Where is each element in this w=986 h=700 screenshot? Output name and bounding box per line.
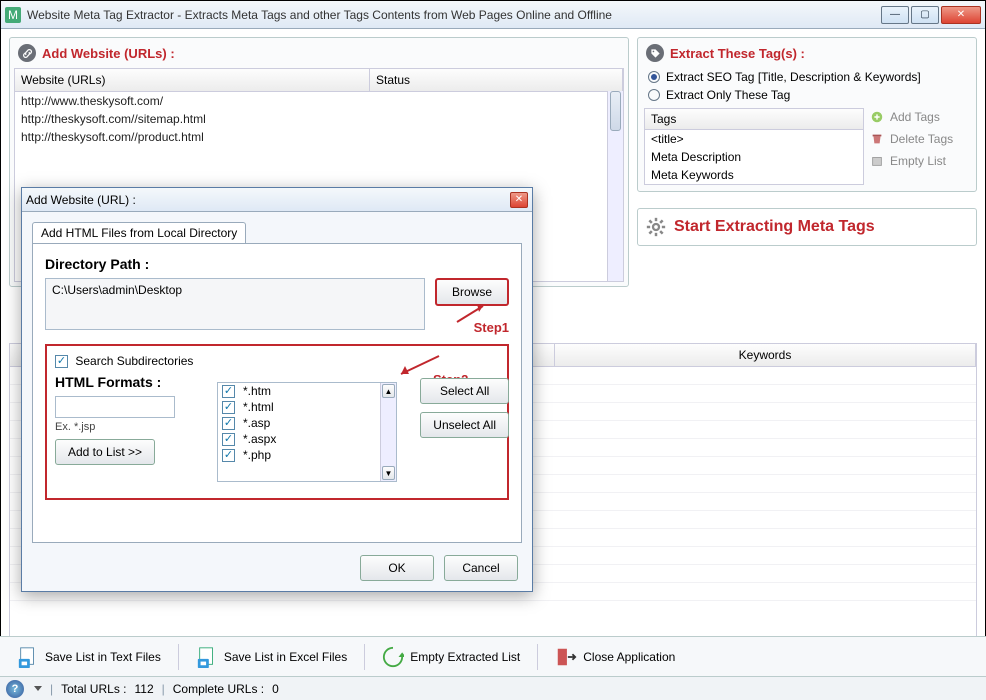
start-extracting-button[interactable]: Start Extracting Meta Tags (637, 208, 977, 246)
checkbox-icon (55, 355, 68, 368)
tag-icon (646, 44, 664, 62)
formats-list[interactable]: *.htm *.html *.asp *.aspx *.php ▲ ▼ (217, 382, 397, 482)
extension-input[interactable] (55, 396, 175, 418)
checkbox-icon (222, 417, 235, 430)
url-scrollbar[interactable] (607, 91, 623, 281)
close-app-button[interactable]: Close Application (546, 641, 684, 673)
select-all-button[interactable]: Select All (420, 378, 509, 404)
checkbox-icon (222, 449, 235, 462)
directory-path-label: Directory Path : (45, 256, 509, 272)
column-website[interactable]: Website (URLs) (15, 69, 370, 91)
total-urls-label: Total URLs : (61, 682, 126, 696)
radio-icon (648, 71, 660, 83)
directory-path-input[interactable]: C:\Users\admin\Desktop (45, 278, 425, 330)
complete-urls-value: 0 (272, 682, 279, 696)
complete-urls-label: Complete URLs : (173, 682, 264, 696)
save-excel-button[interactable]: Save List in Excel Files (187, 641, 356, 673)
column-status[interactable]: Status (370, 69, 623, 91)
ok-button[interactable]: OK (360, 555, 434, 581)
dialog-title: Add Website (URL) : (26, 193, 510, 207)
bottom-toolbar: Save List in Text Files Save List in Exc… (0, 636, 986, 676)
empty-icon (870, 154, 884, 168)
format-row[interactable]: *.php (218, 447, 396, 463)
app-icon: M (5, 7, 21, 23)
svg-text:M: M (8, 8, 18, 22)
recycle-icon (382, 646, 404, 668)
format-row[interactable]: *.html (218, 399, 396, 415)
close-window-button[interactable]: ✕ (941, 6, 981, 24)
url-row[interactable]: http://theskysoft.com//product.html (15, 128, 623, 146)
window-title: Website Meta Tag Extractor - Extracts Me… (27, 8, 881, 22)
window-titlebar: M Website Meta Tag Extractor - Extracts … (1, 1, 985, 29)
empty-extracted-button[interactable]: Empty Extracted List (373, 641, 529, 673)
help-icon[interactable]: ? (6, 680, 24, 698)
cancel-button[interactable]: Cancel (444, 555, 518, 581)
dialog-close-button[interactable]: ✕ (510, 192, 528, 208)
gear-icon (646, 217, 666, 237)
tags-list[interactable]: Tags <title> Meta Description Meta Keywo… (644, 108, 864, 185)
link-icon (18, 44, 36, 62)
extract-tags-panel: Extract These Tag(s) : Extract SEO Tag [… (637, 37, 977, 192)
add-tags-button[interactable]: Add Tags (870, 110, 970, 124)
extract-tags-title: Extract These Tag(s) : (670, 46, 805, 61)
total-urls-value: 112 (134, 682, 153, 696)
radio-seo-tag[interactable]: Extract SEO Tag [Title, Description & Ke… (642, 68, 972, 86)
radio-seo-label: Extract SEO Tag [Title, Description & Ke… (666, 70, 921, 84)
checkbox-icon (222, 401, 235, 414)
url-row[interactable]: http://www.theskysoft.com/ (15, 92, 623, 110)
checkbox-icon (222, 385, 235, 398)
empty-list-button[interactable]: Empty List (870, 154, 970, 168)
tag-item[interactable]: Meta Description (645, 148, 863, 166)
format-row[interactable]: *.htm (218, 383, 396, 399)
add-website-title: Add Website (URLs) : (42, 46, 175, 61)
unselect-all-button[interactable]: Unselect All (420, 412, 509, 438)
radio-only-label: Extract Only These Tag (666, 88, 790, 102)
trash-icon (870, 132, 884, 146)
tab-add-local[interactable]: Add HTML Files from Local Directory (32, 222, 246, 243)
start-label: Start Extracting Meta Tags (674, 218, 875, 236)
dropdown-icon[interactable] (34, 686, 42, 691)
url-row[interactable]: http://theskysoft.com//sitemap.html (15, 110, 623, 128)
tag-item[interactable]: Meta Keywords (645, 166, 863, 184)
scroll-up-icon[interactable]: ▲ (382, 384, 395, 398)
plus-icon (870, 110, 884, 124)
save-excel-icon (196, 646, 218, 668)
save-text-icon (17, 646, 39, 668)
format-row[interactable]: *.aspx (218, 431, 396, 447)
status-bar: ? | Total URLs : 112 | Complete URLs : 0 (0, 676, 986, 700)
minimize-button[interactable]: — (881, 6, 909, 24)
step1-arrow (453, 300, 493, 329)
scroll-down-icon[interactable]: ▼ (382, 466, 395, 480)
delete-tags-button[interactable]: Delete Tags (870, 132, 970, 146)
radio-only-these[interactable]: Extract Only These Tag (642, 86, 972, 104)
tags-header: Tags (645, 109, 863, 130)
checkbox-icon (222, 433, 235, 446)
column-keywords[interactable]: Keywords (555, 344, 976, 366)
maximize-button[interactable]: ▢ (911, 6, 939, 24)
formats-scrollbar[interactable]: ▲ ▼ (380, 383, 396, 481)
add-website-dialog: Add Website (URL) : ✕ Add HTML Files fro… (21, 187, 533, 592)
tag-item[interactable]: <title> (645, 130, 863, 148)
format-row[interactable]: *.asp (218, 415, 396, 431)
save-text-button[interactable]: Save List in Text Files (8, 641, 170, 673)
add-to-list-button[interactable]: Add to List >> (55, 439, 155, 465)
radio-icon (648, 89, 660, 101)
exit-icon (555, 646, 577, 668)
search-subdir-label: Search Subdirectories (75, 354, 193, 368)
